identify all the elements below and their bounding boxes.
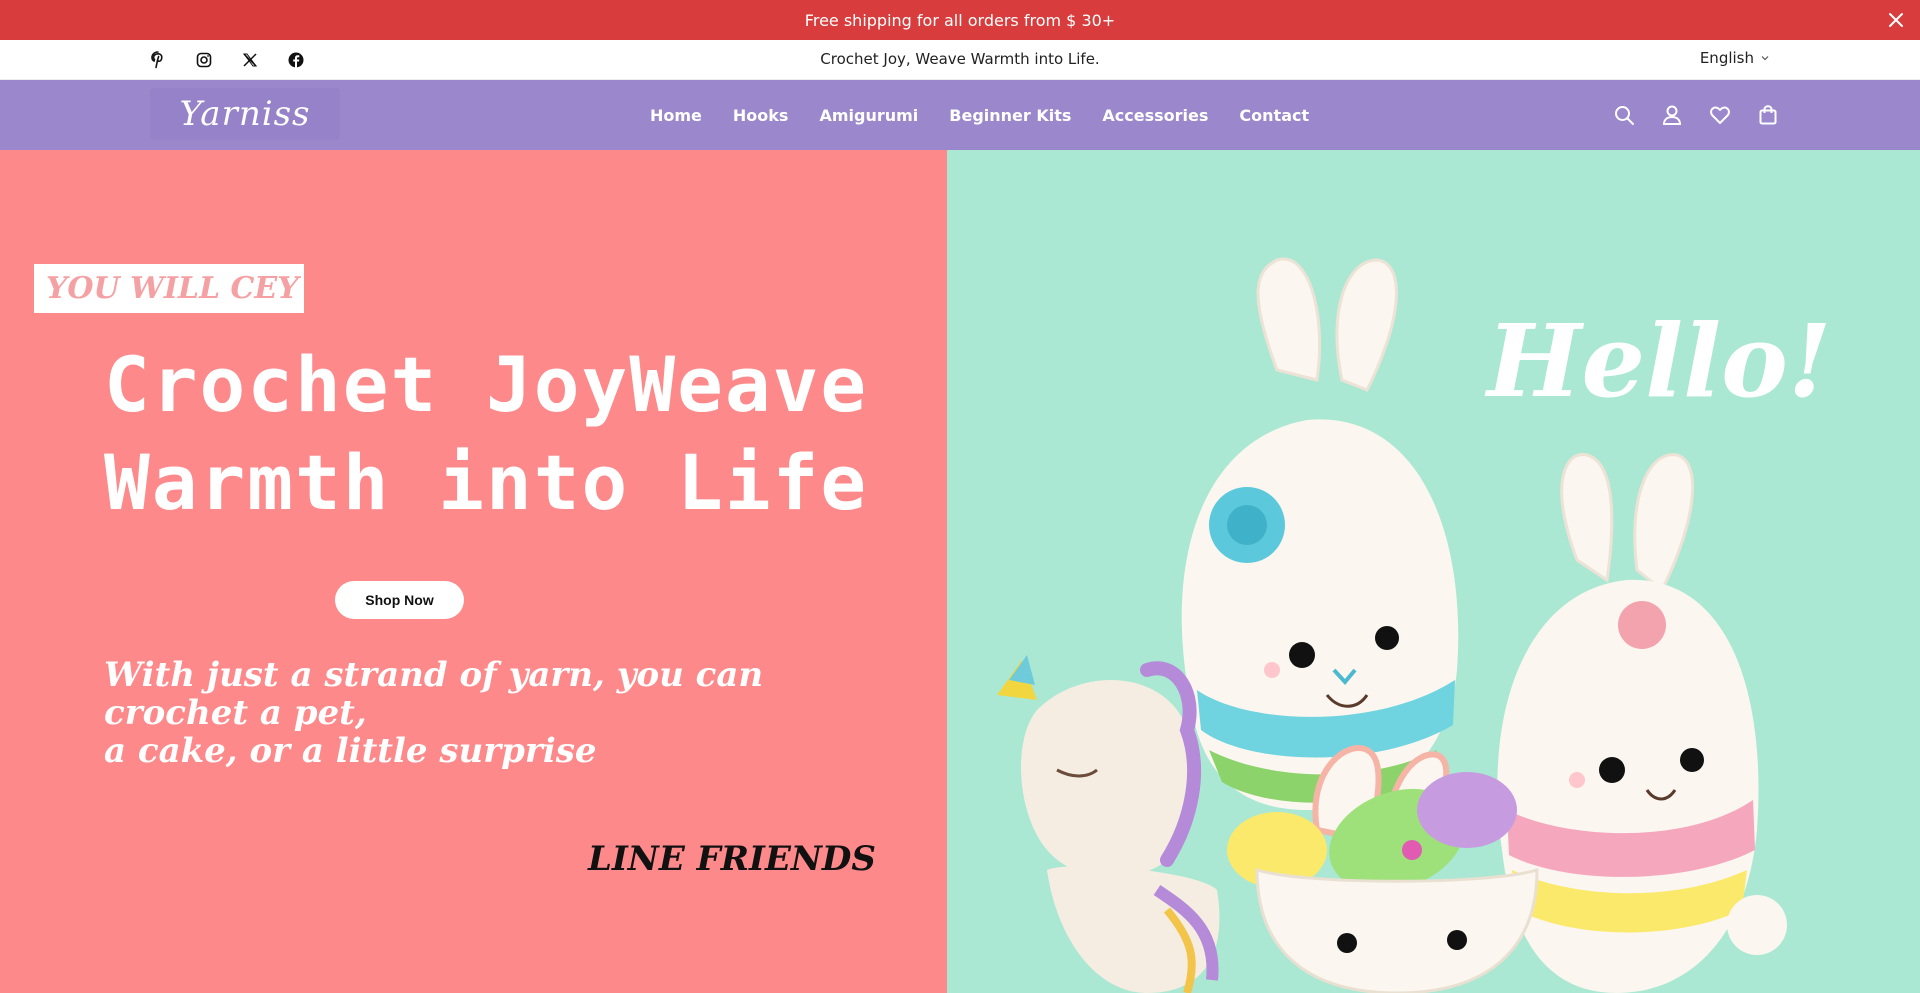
instagram-icon[interactable] <box>194 50 214 70</box>
x-icon[interactable] <box>240 50 260 70</box>
hello-text: Hello! <box>1487 302 1832 420</box>
hero-headline-line1: Crochet JoyWeave <box>104 340 869 429</box>
logo-text: Yarniss <box>179 94 311 134</box>
close-icon[interactable] <box>1886 10 1906 30</box>
hero-badge: YOU WILL CEY <box>34 264 304 313</box>
search-icon[interactable] <box>1612 103 1636 127</box>
account-icon[interactable] <box>1660 103 1684 127</box>
main-navigation: Yarniss Home Hooks Amigurumi Beginner Ki… <box>0 80 1920 150</box>
nav-menu: Home Hooks Amigurumi Beginner Kits Acces… <box>650 80 1309 150</box>
pinterest-icon[interactable] <box>148 50 168 70</box>
hero-brand: LINE FRIENDS <box>588 839 876 879</box>
nav-accessories[interactable]: Accessories <box>1102 106 1208 125</box>
hero-subline: With just a strand of yarn, you can croc… <box>104 656 904 770</box>
language-label: English <box>1699 49 1754 67</box>
hero-right-panel: Hello! <box>947 150 1920 993</box>
hero-badge-text: YOU WILL CEY <box>46 271 299 306</box>
announcement-bar: Free shipping for all orders from $ 30+ <box>0 0 1920 40</box>
utility-bar: Crochet Joy, Weave Warmth into Life. Eng… <box>0 40 1920 80</box>
pink-bunny-toy <box>1497 452 1787 993</box>
language-selector[interactable]: English <box>1700 49 1770 67</box>
shop-now-button[interactable]: Shop Now <box>335 581 464 619</box>
cart-icon[interactable] <box>1756 103 1780 127</box>
nav-home[interactable]: Home <box>650 106 702 125</box>
hero-headline-line2: Warmth into Life <box>104 438 869 527</box>
nav-contact[interactable]: Contact <box>1239 106 1309 125</box>
hero-headline: Crochet JoyWeave Warmth into Life <box>104 336 924 532</box>
nav-beginner-kits[interactable]: Beginner Kits <box>949 106 1071 125</box>
nav-hooks[interactable]: Hooks <box>733 106 789 125</box>
hero-left-panel: YOU WILL CEY Crochet JoyWeave Warmth int… <box>0 150 947 993</box>
nav-amigurumi[interactable]: Amigurumi <box>819 106 918 125</box>
hero-subline-line1: With just a strand of yarn, you can croc… <box>104 655 764 733</box>
site-logo[interactable]: Yarniss <box>150 88 340 140</box>
unicorn-toy <box>997 655 1220 993</box>
facebook-icon[interactable] <box>286 50 306 70</box>
wishlist-icon[interactable] <box>1708 103 1732 127</box>
nav-icons <box>1612 103 1780 127</box>
social-links <box>148 50 306 70</box>
crochet-toys-illustration <box>997 257 1787 993</box>
hero-subline-line2: a cake, or a little surprise <box>104 731 597 771</box>
announcement-text: Free shipping for all orders from $ 30+ <box>804 10 1116 30</box>
blue-bunny-toy <box>1181 257 1459 810</box>
chevron-down-icon <box>1761 56 1769 61</box>
